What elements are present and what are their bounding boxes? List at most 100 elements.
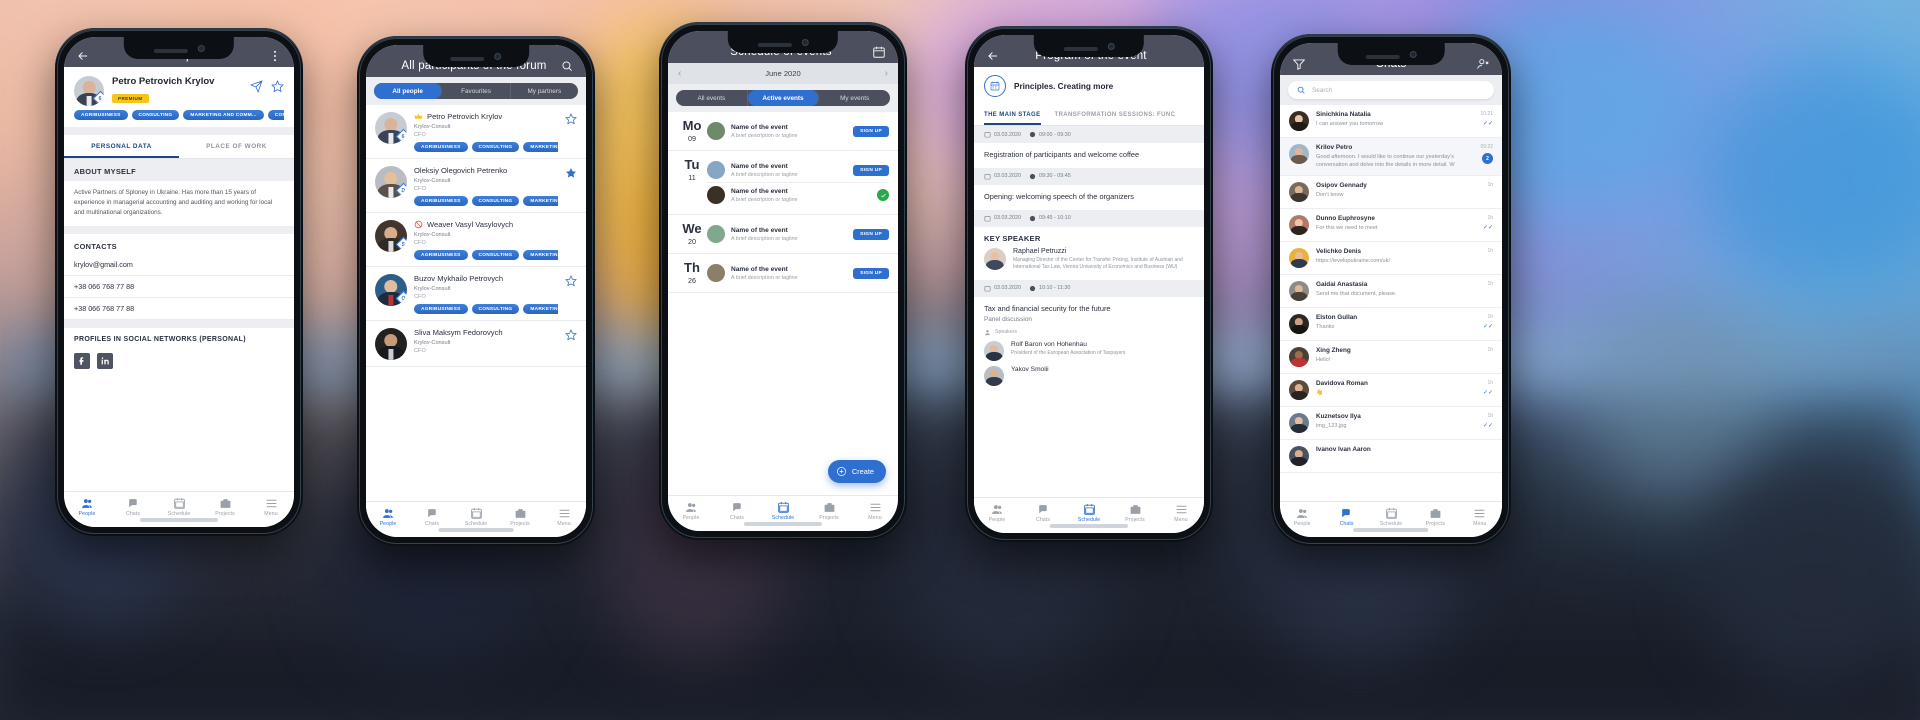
- program-body[interactable]: Principles. Creating more THE MAIN STAGE…: [974, 67, 1204, 497]
- tag-chip[interactable]: MARKETING AND COMM...: [523, 304, 558, 314]
- schedule-body[interactable]: ‹ June 2020 › All events Active events M…: [668, 63, 898, 495]
- list-item[interactable]: D Oleksiy Olegovich Petrenko Krylov-Cons…: [366, 159, 586, 213]
- create-button[interactable]: Create: [827, 460, 886, 483]
- contact-phone[interactable]: +38 066 768 77 88: [64, 298, 294, 321]
- contact-email[interactable]: krylov@gmail.com: [64, 254, 294, 277]
- list-item[interactable]: S Weaver Vasyl Vasylovych Krylov-Consult…: [366, 213, 586, 267]
- tag-chip[interactable]: AGRIBUSINESS: [414, 196, 468, 206]
- segment-active-events[interactable]: Active events: [747, 90, 820, 106]
- list-item[interactable]: Velichko Denis https://levelupukraine.co…: [1280, 242, 1502, 276]
- tag-chip[interactable]: AGRIBUSINESS: [74, 110, 128, 120]
- slot-body[interactable]: Tax and financial security for the futur…: [974, 296, 1204, 394]
- slot-body[interactable]: KEY SPEAKER Raphael Petruzzi Managing Di…: [974, 226, 1204, 280]
- chevron-right-icon[interactable]: ›: [885, 68, 888, 79]
- list-item[interactable]: Osipov Gennady Don't know 1h: [1280, 176, 1502, 210]
- list-item[interactable]: Xing Zheng Hello! 1h: [1280, 341, 1502, 375]
- tab-place-of-work[interactable]: PLACE OF WORK: [179, 135, 294, 158]
- tag-chip[interactable]: MARKETING AND COMM...: [523, 250, 558, 260]
- avatar[interactable]: 6: [74, 76, 104, 106]
- tab-schedule[interactable]: Schedule: [454, 507, 498, 527]
- list-item[interactable]: Ivanov Ivan Aaron: [1280, 440, 1502, 474]
- segment-all-people[interactable]: All people: [374, 83, 443, 99]
- segment-my-events[interactable]: My events: [819, 90, 890, 106]
- tag-chip[interactable]: MARKETING AND COMM...: [523, 196, 558, 206]
- tag-chip[interactable]: CONSULTING: [471, 142, 520, 152]
- search-icon[interactable]: [558, 57, 576, 75]
- sign-up-button[interactable]: SIGN UP: [853, 228, 889, 240]
- speaker-card[interactable]: Yakov Smolii: [984, 365, 1194, 386]
- segment-all-events[interactable]: All events: [676, 90, 748, 106]
- event-item[interactable]: Name of the event A brief description or…: [707, 261, 889, 285]
- list-item[interactable]: Krilov Petro Good afternoon. I would lik…: [1280, 138, 1502, 177]
- tag-chip[interactable]: CONSULTING: [471, 250, 520, 260]
- tab-menu[interactable]: Menu: [542, 507, 586, 527]
- tab-projects[interactable]: Projects: [806, 501, 852, 521]
- list-item[interactable]: 6 Petro Petrovich Krylov Krylov-Consult …: [366, 105, 586, 159]
- tag-chip[interactable]: MARKETING AND COMM...: [183, 110, 264, 120]
- star-filled-icon[interactable]: [565, 166, 577, 178]
- filter-icon[interactable]: [1290, 55, 1308, 73]
- star-outline-icon[interactable]: [565, 112, 577, 125]
- tab-menu[interactable]: Menu: [1458, 507, 1502, 527]
- tab-menu[interactable]: Menu: [852, 501, 898, 521]
- star-outline-icon[interactable]: [565, 274, 577, 287]
- tab-projects[interactable]: Projects: [1413, 507, 1457, 527]
- speaker-card[interactable]: Rolf Baron von Hohenhau President of the…: [984, 340, 1194, 361]
- send-icon[interactable]: [249, 80, 263, 98]
- tab-personal-data[interactable]: PERSONAL DATA: [64, 135, 179, 158]
- tab-schedule[interactable]: Schedule: [1066, 503, 1112, 523]
- tab-chats[interactable]: Chats: [1324, 507, 1368, 527]
- facebook-icon[interactable]: [74, 353, 90, 370]
- tag-chip[interactable]: CONSTR: [267, 110, 284, 120]
- search-input[interactable]: Search: [1288, 81, 1494, 99]
- add-user-icon[interactable]: [1474, 55, 1492, 73]
- star-outline-icon[interactable]: [565, 328, 577, 341]
- list-item[interactable]: Sinichkina Natalia I can answer you tomo…: [1280, 105, 1502, 138]
- list-item[interactable]: Elston Gullan Thanks 1h ✓✓: [1280, 308, 1502, 342]
- tab-projects[interactable]: Projects: [498, 507, 542, 527]
- tab-menu[interactable]: Menu: [248, 497, 294, 517]
- event-item[interactable]: Name of the event A brief description or…: [707, 158, 889, 182]
- tab-main-stage[interactable]: THE MAIN STAGE: [984, 105, 1041, 125]
- chevron-left-icon[interactable]: ‹: [678, 68, 681, 79]
- tag-chip[interactable]: AGRIBUSINESS: [414, 142, 468, 152]
- tab-people[interactable]: People: [366, 507, 410, 527]
- tab-chats[interactable]: Chats: [110, 497, 156, 517]
- tab-projects[interactable]: Projects: [1112, 503, 1158, 523]
- avatar[interactable]: 6: [375, 112, 407, 144]
- sign-up-button[interactable]: SIGN UP: [853, 164, 889, 176]
- event-item[interactable]: Name of the event A brief description or…: [707, 222, 889, 246]
- tag-chip[interactable]: CONSULTING: [131, 110, 180, 120]
- tab-projects[interactable]: Projects: [202, 497, 248, 517]
- tab-people[interactable]: People: [668, 501, 714, 521]
- segment-favourites[interactable]: Favourites: [442, 83, 511, 99]
- avatar[interactable]: [375, 328, 407, 360]
- tab-schedule[interactable]: Schedule: [1369, 507, 1413, 527]
- participants-body[interactable]: All people Favourites My partners 6 Petr…: [366, 77, 586, 501]
- sign-up-button[interactable]: SIGN UP: [853, 267, 889, 279]
- sign-up-button[interactable]: SIGN UP: [853, 125, 889, 137]
- tab-schedule[interactable]: Schedule: [760, 501, 806, 521]
- contact-phone[interactable]: +38 066 768 77 88: [64, 276, 294, 299]
- list-item[interactable]: Gaidai Anastasia Send me that document, …: [1280, 275, 1502, 309]
- star-outline-icon[interactable]: [271, 80, 284, 98]
- overflow-menu-icon[interactable]: [266, 47, 284, 65]
- tab-schedule[interactable]: Schedule: [156, 497, 202, 517]
- list-item[interactable]: Dunno Euphrosyne For this we need to mee…: [1280, 209, 1502, 243]
- back-arrow-icon[interactable]: [984, 47, 1002, 65]
- calendar-icon[interactable]: [870, 43, 888, 61]
- slot-body[interactable]: Registration of participants and welcome…: [974, 143, 1204, 168]
- tab-people[interactable]: People: [64, 497, 110, 517]
- tab-people[interactable]: People: [974, 503, 1020, 523]
- avatar[interactable]: O: [375, 274, 407, 306]
- list-item[interactable]: Sliva Maksym Fedorovych Krylov-Consult C…: [366, 321, 586, 367]
- tab-menu[interactable]: Menu: [1158, 503, 1204, 523]
- tab-chats[interactable]: Chats: [410, 507, 454, 527]
- segment-my-partners[interactable]: My partners: [511, 83, 578, 99]
- tab-people[interactable]: People: [1280, 507, 1324, 527]
- tab-chats[interactable]: Chats: [714, 501, 760, 521]
- tag-chip[interactable]: CONSULTING: [471, 304, 520, 314]
- slot-body[interactable]: Opening: welcoming speech of the organiz…: [974, 184, 1204, 210]
- tag-chip[interactable]: AGRIBUSINESS: [414, 304, 468, 314]
- tab-chats[interactable]: Chats: [1020, 503, 1066, 523]
